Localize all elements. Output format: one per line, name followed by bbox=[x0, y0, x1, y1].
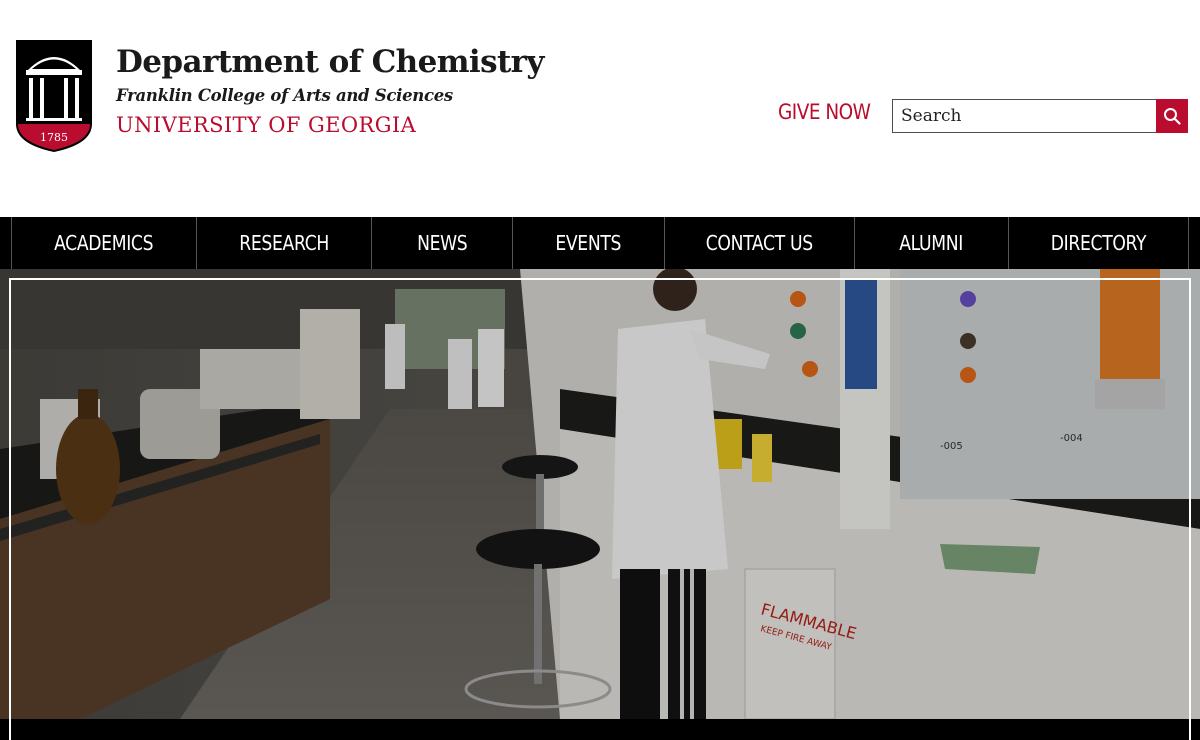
nav-item-events[interactable]: EVENTS bbox=[512, 217, 664, 269]
nav-item-label: NEWS bbox=[416, 231, 468, 255]
hero-bottom-bar bbox=[0, 719, 1200, 740]
department-title: Department of Chemistry bbox=[116, 44, 544, 80]
nav-item-alumni[interactable]: ALUMNI bbox=[854, 217, 1008, 269]
chemistry-lab-photo: FLAMMABLE KEEP FIRE AWAY -005 -004 bbox=[0, 269, 1200, 719]
nav-item-academics[interactable]: ACADEMICS bbox=[11, 217, 196, 269]
nav-item-label: ACADEMICS bbox=[54, 231, 154, 255]
hero-image: FLAMMABLE KEEP FIRE AWAY -005 -004 bbox=[0, 269, 1200, 719]
nav-item-label: RESEARCH bbox=[239, 231, 329, 255]
nav-item-contact-us[interactable]: CONTACT US bbox=[664, 217, 854, 269]
uga-arch-logo-icon: 1785 bbox=[16, 40, 92, 152]
nav-item-label: DIRECTORY bbox=[1050, 231, 1147, 255]
nav-item-label: EVENTS bbox=[555, 231, 622, 255]
search-button[interactable] bbox=[1156, 99, 1188, 133]
search-input[interactable] bbox=[892, 99, 1156, 133]
nav-item-research[interactable]: RESEARCH bbox=[196, 217, 371, 269]
nav-item-directory[interactable]: DIRECTORY bbox=[1008, 217, 1188, 269]
nav-item-news[interactable]: NEWS bbox=[371, 217, 512, 269]
search-icon bbox=[1164, 108, 1181, 125]
home-logo-link[interactable]: 1785 Department of Chemistry Franklin Co… bbox=[16, 40, 544, 152]
frame-left-edge bbox=[9, 719, 11, 740]
nav-item-label: ALUMNI bbox=[899, 231, 964, 255]
main-nav: ACADEMICS RESEARCH NEWS EVENTS CONTACT U… bbox=[0, 217, 1200, 269]
nav-end bbox=[1188, 217, 1200, 269]
logo-year: 1785 bbox=[40, 131, 68, 144]
give-now-link[interactable]: GIVE NOW bbox=[778, 100, 871, 124]
search-form bbox=[892, 99, 1188, 133]
site-header: 1785 Department of Chemistry Franklin Co… bbox=[0, 0, 1200, 217]
university-name: UNIVERSITY OF GEORGIA bbox=[116, 113, 417, 137]
frame-right-edge bbox=[1189, 719, 1191, 740]
nav-item-label: CONTACT US bbox=[705, 231, 814, 255]
college-name: Franklin College of Arts and Sciences bbox=[116, 86, 453, 105]
